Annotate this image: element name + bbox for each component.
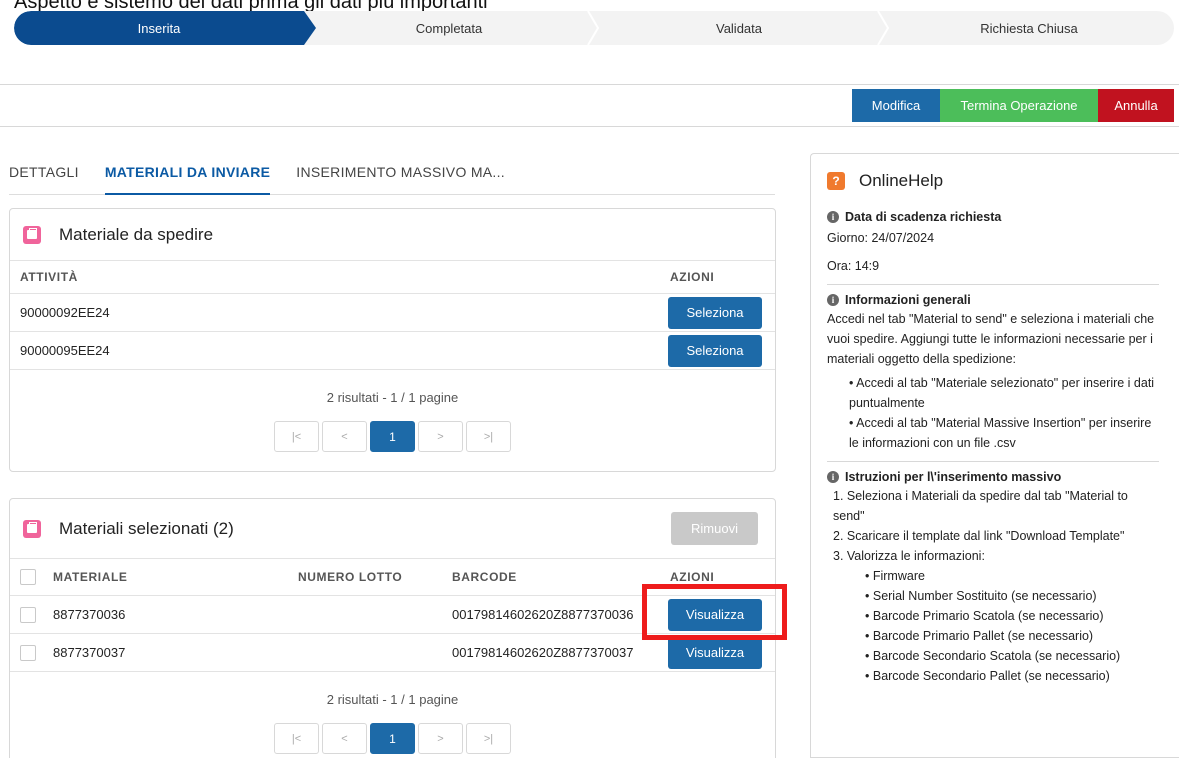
next-page-button[interactable]: > [418, 723, 463, 754]
path-step-label: Inserita [137, 20, 181, 36]
path-step-label: Completata [415, 20, 483, 36]
annulla-button[interactable]: Annulla [1098, 89, 1174, 122]
tab-bar: DETTAGLI MATERIALI DA INVIARE INSERIMENT… [9, 160, 775, 195]
prev-page-button[interactable]: < [322, 723, 367, 754]
briefcase-icon [23, 519, 41, 538]
attivita-cell: 90000095EE24 [20, 343, 110, 358]
section-heading: i Data di scadenza richiesta [827, 210, 1179, 224]
last-page-button[interactable]: >| [466, 421, 511, 452]
card-header: Materiale da spedire [10, 209, 775, 261]
card-title: Materiali selezionati (2) [59, 518, 234, 538]
rimuovi-button[interactable]: Rimuovi [671, 512, 758, 545]
path-step-inserita[interactable]: Inserita [14, 11, 316, 45]
card-header: Materiali selezionati (2) Rimuovi [10, 499, 775, 559]
section-heading: i Istruzioni per l\'inserimento massivo [827, 470, 1179, 484]
generali-text: Accedi nel tab "Material to send" e sele… [827, 312, 1155, 366]
generali-bullets: • Accedi al tab "Materiale selezionato" … [827, 373, 1179, 453]
ora-text: Ora: 14:9 [827, 259, 880, 273]
info-icon: i [827, 211, 839, 223]
column-header-materiale: MATERIALE [53, 570, 128, 584]
istruzioni-sub: • Firmware • Serial Number Sostituito (s… [827, 566, 1179, 686]
giorno-text: Giorno: 24/07/2024 [827, 231, 935, 245]
istruzioni-steps: 1. Seleziona i Materiali da spedire dal … [827, 486, 1179, 566]
column-header-azioni: AZIONI [670, 570, 715, 584]
first-page-button[interactable]: |< [274, 723, 319, 754]
select-all-checkbox[interactable] [20, 569, 36, 585]
list-item: 2. Scaricare il template dal link "Downl… [833, 529, 1125, 543]
first-page-button[interactable]: |< [274, 421, 319, 452]
list-item: • Accedi al tab "Material Massive Insert… [849, 416, 1152, 450]
list-item: • Accedi al tab "Materiale selezionato" … [849, 376, 1155, 410]
action-toolbar: Modifica Termina Operazione Annulla [852, 89, 1174, 122]
materiale-da-spedire-card: Materiale da spedire ATTIVITÀ AZIONI 900… [9, 208, 776, 472]
column-header-barcode: BARCODE [452, 570, 517, 584]
divider [827, 284, 1159, 285]
list-item: • Barcode Primario Pallet (se necessario… [865, 629, 1094, 643]
row-checkbox[interactable] [20, 606, 36, 623]
card-title: Materiale da spedire [59, 224, 214, 244]
row-checkbox[interactable] [20, 644, 36, 661]
path-step-label: Richiesta Chiusa [980, 20, 1078, 36]
last-page-button[interactable]: >| [466, 723, 511, 754]
page-1-button[interactable]: 1 [370, 421, 415, 452]
scadenza-title: Data di scadenza richiesta [845, 210, 1002, 224]
modifica-button[interactable]: Modifica [852, 89, 940, 122]
path-step-validata[interactable]: Validata [594, 11, 890, 45]
path-separator-icon [877, 11, 890, 45]
page-1-button[interactable]: 1 [370, 723, 415, 754]
pagination-summary: 2 risultati - 1 / 1 pagine [326, 692, 459, 707]
help-header: ? OnlineHelp [827, 170, 1179, 192]
path-step-richiesta-chiusa[interactable]: Richiesta Chiusa [884, 11, 1174, 45]
path-step-label: Validata [715, 20, 762, 36]
list-item: • Serial Number Sostituito (se necessari… [865, 589, 1097, 603]
visualizza-button[interactable]: Visualizza [668, 636, 762, 669]
divider [0, 126, 1179, 127]
column-header-azioni: AZIONI [670, 270, 715, 284]
list-item: 3. Valorizza le informazioni: [833, 549, 985, 563]
prev-page-button[interactable]: < [322, 421, 367, 452]
path-step-completata[interactable]: Completata [304, 11, 600, 45]
briefcase-icon [23, 225, 41, 244]
divider [827, 461, 1159, 462]
question-icon: ? [827, 172, 845, 190]
tab-dettagli[interactable]: DETTAGLI [9, 160, 79, 195]
online-help-panel: ? OnlineHelp i Data di scadenza richiest… [810, 153, 1179, 758]
info-icon: i [827, 294, 839, 306]
barcode-cell: 00179814602620Z8877370036 [452, 607, 634, 622]
barcode-cell: 00179814602620Z8877370037 [452, 645, 634, 660]
tab-materiali-da-inviare[interactable]: MATERIALI DA INVIARE [104, 160, 271, 195]
list-item: 1. Seleziona i Materiali da spedire dal … [833, 489, 1128, 523]
termina-operazione-button[interactable]: Termina Operazione [940, 89, 1098, 122]
list-item: • Firmware [865, 569, 925, 583]
next-page-button[interactable]: > [418, 421, 463, 452]
list-item: • Barcode Primario Scatola (se necessari… [865, 609, 1104, 623]
list-item: • Barcode Secondario Pallet (se necessar… [865, 669, 1110, 683]
divider [0, 84, 1179, 85]
materiale-cell: 8877370036 [53, 607, 126, 622]
seleziona-button[interactable]: Seleziona [668, 334, 762, 367]
section-heading: i Informazioni generali [827, 293, 1179, 307]
attivita-cell: 90000092EE24 [20, 305, 110, 320]
seleziona-button[interactable]: Seleziona [668, 296, 762, 329]
info-icon: i [827, 471, 839, 483]
help-title: OnlineHelp [859, 171, 944, 190]
table-row: 90000095EE24 Seleziona [10, 332, 775, 370]
pagination: |< < 1 > >| [10, 723, 775, 754]
column-header-attivita: ATTIVITÀ [20, 270, 78, 284]
highlight-box [642, 584, 787, 640]
column-header-numero-lotto: NUMERO LOTTO [298, 570, 403, 584]
generali-title: Informazioni generali [845, 293, 971, 307]
status-path: Inserita Completata Validata Richiesta C… [14, 11, 1174, 45]
table-row: 90000092EE24 Seleziona [10, 294, 775, 332]
pagination: |< < 1 > >| [10, 421, 775, 452]
table-header: ATTIVITÀ AZIONI [10, 261, 775, 294]
pagination-summary: 2 risultati - 1 / 1 pagine [326, 390, 459, 405]
tab-inserimento-massivo[interactable]: INSERIMENTO MASSIVO MA... [296, 160, 505, 195]
path-separator-icon [587, 11, 600, 45]
list-item: • Barcode Secondario Scatola (se necessa… [865, 649, 1121, 663]
istruzioni-title: Istruzioni per l\'inserimento massivo [845, 470, 1062, 484]
materiale-cell: 8877370037 [53, 645, 126, 660]
